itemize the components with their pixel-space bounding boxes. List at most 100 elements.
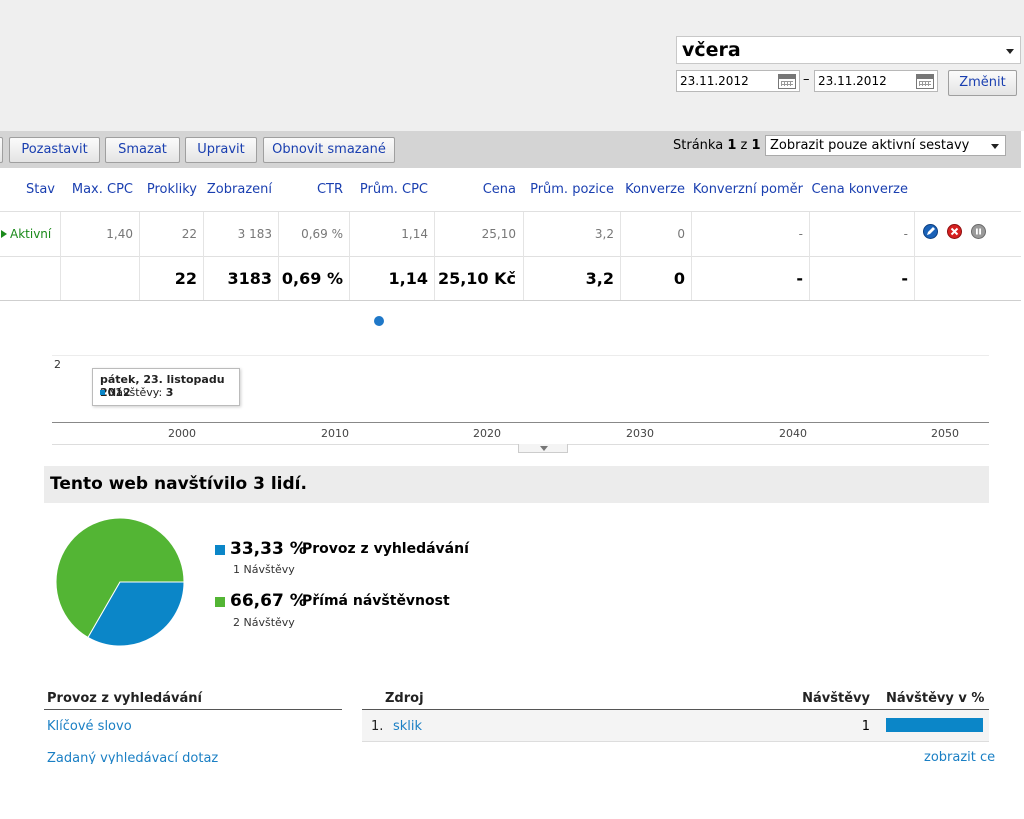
page-mid: z <box>736 138 752 153</box>
header-ctr[interactable]: CTR <box>278 182 343 197</box>
total-ctr: 0,69 % <box>281 269 343 288</box>
row-conversions: 0 <box>677 227 685 241</box>
search-query-link[interactable]: Zadaný vyhledávací dotaz <box>47 751 218 764</box>
delete-icon[interactable] <box>947 224 962 239</box>
date-to-input[interactable]: 23.11.2012 <box>814 70 938 92</box>
timeline-expand-handle[interactable] <box>518 444 568 453</box>
row-clicks: 22 <box>181 227 197 241</box>
header-cost[interactable]: Cena <box>434 182 516 197</box>
restore-deleted-button[interactable]: Obnovit smazané <box>263 137 395 163</box>
total-conversions: 0 <box>673 269 685 288</box>
edit-icon[interactable] <box>923 224 938 239</box>
header-conversion-rate[interactable]: Konverzní poměr <box>691 182 803 197</box>
filter-select[interactable]: Zobrazit pouze aktivní sestavy <box>765 135 1006 156</box>
source-visits-bar <box>886 718 983 732</box>
header-conversion-cost[interactable]: Cena konverze <box>809 182 908 197</box>
row-conversion-cost: - <box>903 227 908 241</box>
row-conversion-rate: - <box>798 227 803 241</box>
timeline-x-tick: 2030 <box>626 427 654 440</box>
row-max-cpc: 1,40 <box>106 227 133 241</box>
status-badge: Aktivní <box>10 227 52 241</box>
page-current: 1 <box>727 138 737 153</box>
pause-icon[interactable] <box>971 224 986 239</box>
sources-header-visits: Návštěvy <box>802 691 870 706</box>
tooltip-series-label: Návštěvy: <box>108 386 166 399</box>
filter-value: Zobrazit pouze aktivní sestavy <box>770 138 970 153</box>
header-clicks[interactable]: Prokliky <box>139 182 197 197</box>
timeline-x-axis <box>52 422 989 423</box>
legend-pct-direct: 66,67 % <box>230 591 307 611</box>
traffic-pie-chart <box>55 517 185 647</box>
timeline-y-tick: 2 <box>54 358 61 371</box>
timeline-tooltip: pátek, 23. listopadu 2012 Návštěvy: 3 <box>92 368 240 406</box>
period-select[interactable]: včera <box>676 36 1021 64</box>
table-divider <box>0 256 1021 257</box>
source-link[interactable]: sklik <box>393 719 422 734</box>
source-visits-bar-track <box>886 718 983 732</box>
page-total: 1 <box>751 138 761 153</box>
source-visits: 1 <box>861 719 870 734</box>
header-avg-position[interactable]: Prům. pozice <box>523 182 614 197</box>
calendar-icon[interactable] <box>778 74 796 89</box>
header-impressions[interactable]: Zobrazení <box>203 182 272 197</box>
total-clicks: 22 <box>174 269 197 288</box>
legend-sub-search: 1 Návštěvy <box>233 563 295 576</box>
period-value: včera <box>682 39 741 61</box>
chevron-down-icon <box>991 144 999 149</box>
timeline-x-tick: 2010 <box>321 427 349 440</box>
change-date-button[interactable]: Změnit <box>948 70 1017 96</box>
timeline-data-point[interactable] <box>374 316 384 326</box>
total-avg-position: 3,2 <box>585 269 614 288</box>
chevron-down-icon <box>540 446 548 451</box>
visitors-header: Tento web navštívilo 3 lidí. <box>44 466 989 503</box>
timeline-x-tick: 2050 <box>931 427 959 440</box>
legend-swatch-search <box>215 545 225 555</box>
date-from-input[interactable]: 23.11.2012 <box>676 70 800 92</box>
row-avg-position: 3,2 <box>594 227 614 241</box>
row-cost: 25,10 <box>481 227 516 241</box>
tooltip-series: Návštěvy: 3 <box>108 386 173 399</box>
timeline-x-tick: 2020 <box>473 427 501 440</box>
row-ctr: 0,69 % <box>301 227 343 241</box>
timeline-x-tick: 2040 <box>779 427 807 440</box>
row-avg-cpc: 1,14 <box>401 227 428 241</box>
legend-pct-search: 33,33 % <box>230 539 307 559</box>
legend-name-search: Provoz z vyhledávání <box>302 541 469 557</box>
row-impressions: 3 183 <box>237 227 272 241</box>
header-conversions[interactable]: Konverze <box>620 182 685 197</box>
search-traffic-title: Provoz z vyhledávání <box>47 691 202 706</box>
header-status[interactable]: Stav <box>0 182 55 197</box>
edit-button[interactable]: Upravit <box>185 137 257 163</box>
total-cost: 25,10 Kč <box>437 269 516 288</box>
legend-name-direct: Přímá návštěvnost <box>302 593 450 609</box>
show-more-link[interactable]: zobrazit ce <box>924 750 995 765</box>
legend-sub-direct: 2 Návštěvy <box>233 616 295 629</box>
timeline-x-tick: 2000 <box>168 427 196 440</box>
column-divider <box>914 212 915 300</box>
header-max-cpc[interactable]: Max. CPC <box>60 182 133 197</box>
date-separator: – <box>803 72 810 87</box>
search-traffic-divider <box>44 709 342 710</box>
tooltip-value: 3 <box>165 386 174 399</box>
header-avg-cpc[interactable]: Prům. CPC <box>349 182 428 197</box>
source-index: 1. <box>371 719 384 734</box>
date-range-bar <box>0 0 1024 131</box>
pagination-info: Stránka 1 z 1 <box>673 138 761 153</box>
total-conversion-rate: - <box>796 269 803 288</box>
total-conversion-cost: - <box>901 269 908 288</box>
pause-button[interactable]: Pozastavit <box>9 137 100 163</box>
keyword-link[interactable]: Klíčové slovo <box>47 719 132 734</box>
sources-row-divider <box>362 741 989 742</box>
table-divider <box>0 211 1021 212</box>
delete-button[interactable]: Smazat <box>105 137 180 163</box>
chevron-down-icon <box>1006 49 1014 54</box>
calendar-icon[interactable] <box>916 74 934 89</box>
visitors-title: Tento web navštívilo 3 lidí. <box>50 474 307 494</box>
tooltip-series-swatch <box>100 390 105 395</box>
status-play-icon <box>1 230 7 238</box>
date-from-value: 23.11.2012 <box>680 74 749 88</box>
sources-header-source: Zdroj <box>385 691 424 706</box>
toolbar-button-cut[interactable] <box>0 137 3 163</box>
table-divider <box>0 300 1021 301</box>
total-avg-cpc: 1,14 <box>388 269 428 288</box>
